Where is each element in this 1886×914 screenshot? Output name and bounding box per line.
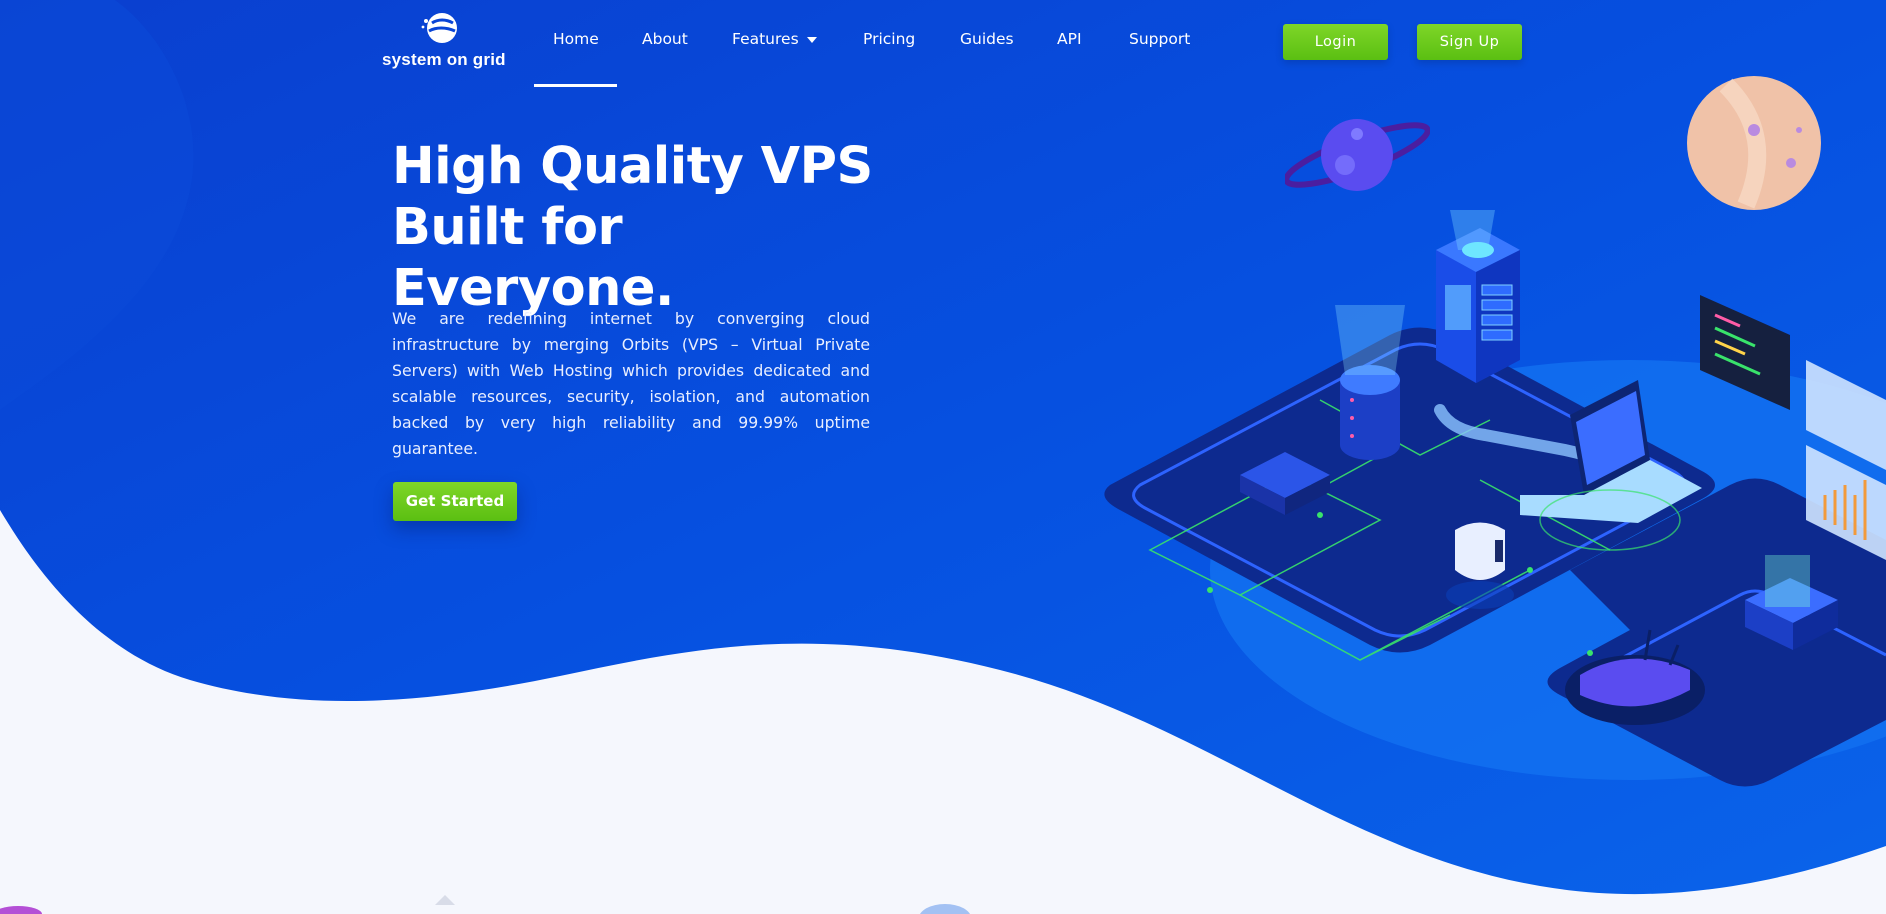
nav-item-pricing[interactable]: Pricing [863,30,915,48]
nav-item-support[interactable]: Support [1129,30,1190,48]
hero-description: We are redefining internet by converging… [392,309,870,458]
nav-item-about[interactable]: About [642,30,688,48]
hero-title-line2: Built for Everyone. [392,198,674,318]
nav-item-features-label: Features [732,30,799,48]
get-started-button[interactable]: Get Started [393,482,517,521]
robot [1446,522,1514,609]
nav-item-api[interactable]: API [1057,30,1082,48]
planet-pink-decoration [1687,76,1821,210]
caret-down-icon [806,36,817,43]
nav-active-indicator [534,84,617,87]
nav-item-home[interactable]: Home [553,30,599,48]
top-navbar: system on grid Home About Features Prici… [0,0,1886,88]
system-on-grid-logo-icon [421,13,457,43]
server-tower [1436,210,1520,383]
nav-item-features[interactable]: Features [732,30,817,48]
nav-item-guides[interactable]: Guides [960,30,1014,48]
hero-title: High Quality VPS Built for Everyone. [392,136,912,319]
brand-logo[interactable]: system on grid [380,8,506,72]
login-button[interactable]: Login [1283,24,1388,60]
planet-ring-decoration [1285,119,1430,191]
brand-name: system on grid [382,50,506,69]
signup-button[interactable]: Sign Up [1417,24,1522,60]
database-stack [1335,305,1405,460]
hero-title-line1: High Quality VPS [392,137,873,196]
